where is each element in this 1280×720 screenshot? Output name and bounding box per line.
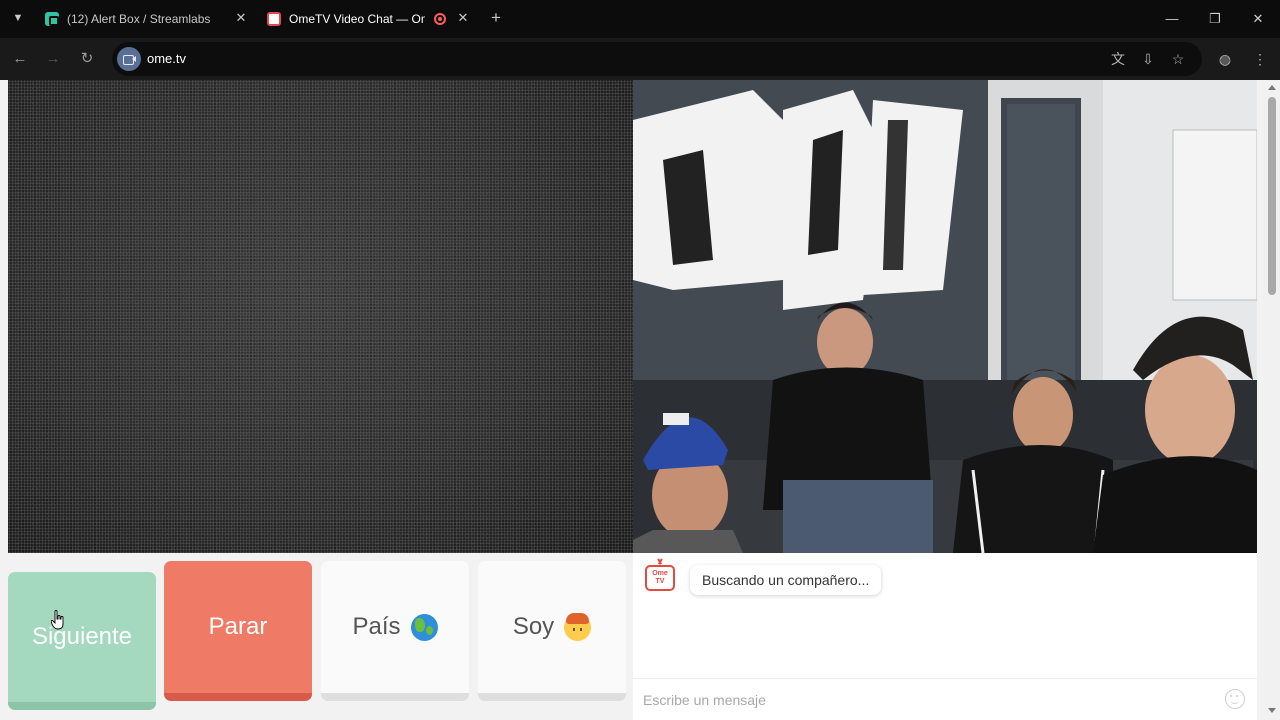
message-composer <box>633 678 1257 720</box>
ometv-logo-text: Ome TV <box>652 570 668 585</box>
scroll-thumb[interactable] <box>1268 97 1276 295</box>
gender-label: Soy <box>512 613 555 640</box>
boy-icon <box>564 612 592 641</box>
remote-video <box>633 80 1257 553</box>
remote-video-frame <box>633 80 1257 553</box>
new-tab-button[interactable]: + <box>488 9 504 26</box>
next-label: Siguiente <box>31 623 133 650</box>
status-message: Buscando un compañero... <box>690 565 882 595</box>
url-text: ome.tv <box>147 51 187 66</box>
menu-dots-icon[interactable]: ⋮ <box>1252 51 1268 67</box>
back-icon[interactable]: ← <box>12 51 28 67</box>
browser-toolbar: ← → ↻ ome.tv 文 ⇩ ☆ ◍ ⋮ <box>0 38 1280 80</box>
tab-title: OmeTV Video Chat — Ome <box>289 12 425 26</box>
globe-icon <box>410 613 438 641</box>
smile-icon[interactable] <box>1225 689 1245 709</box>
next-button[interactable]: Siguiente <box>8 572 156 710</box>
static-noise <box>8 80 633 553</box>
ometv-icon <box>267 12 281 26</box>
hand-cursor-icon <box>51 610 64 630</box>
gender-button[interactable]: Soy <box>478 561 626 701</box>
tab-close-icon[interactable]: ✕ <box>234 11 248 25</box>
message-input[interactable] <box>643 689 1203 711</box>
streamlabs-icon <box>45 12 59 26</box>
tab-strip: ▼ (12) Alert Box / Streamlabs ✕ OmeTV Vi… <box>0 0 1280 38</box>
chat-panel: Ome TV Buscando un compañero... <box>633 553 1257 720</box>
local-video-static <box>8 80 633 553</box>
address-bar[interactable]: ome.tv <box>112 42 1202 76</box>
tab-close-icon[interactable]: ✕ <box>456 11 470 25</box>
install-app-icon[interactable]: ⇩ <box>1140 51 1156 67</box>
ometv-logo-icon: Ome TV <box>645 565 675 591</box>
scroll-up-icon[interactable] <box>1268 85 1276 90</box>
profile-icon[interactable]: ◍ <box>1217 51 1233 67</box>
tab-title: (12) Alert Box / Streamlabs <box>67 12 211 26</box>
page-scrollbar[interactable] <box>1264 80 1280 720</box>
tab-ometv[interactable]: OmeTV Video Chat — Ome ✕ <box>258 5 476 33</box>
bookmark-star-icon[interactable]: ☆ <box>1170 51 1186 67</box>
tab-streamlabs[interactable]: (12) Alert Box / Streamlabs ✕ <box>36 5 254 33</box>
country-button[interactable]: País <box>321 561 469 701</box>
restore-icon[interactable]: ❐ <box>1206 10 1224 28</box>
recording-icon <box>434 13 446 25</box>
minimize-icon[interactable]: — <box>1163 10 1181 28</box>
reload-icon[interactable]: ↻ <box>79 51 95 67</box>
site-info-icon[interactable] <box>117 47 141 71</box>
stop-label: Parar <box>208 613 268 640</box>
close-window-icon[interactable]: ✕ <box>1249 10 1267 28</box>
scroll-down-icon[interactable] <box>1268 708 1276 713</box>
tab-search-chevron-icon[interactable]: ▼ <box>10 10 26 26</box>
forward-icon[interactable]: → <box>45 51 61 67</box>
ometv-page: Siguiente Parar País Soy Ome TV Buscando… <box>0 80 1280 720</box>
country-label: País <box>352 613 401 640</box>
translate-icon[interactable]: 文 <box>1110 51 1126 67</box>
stop-button[interactable]: Parar <box>164 561 312 701</box>
